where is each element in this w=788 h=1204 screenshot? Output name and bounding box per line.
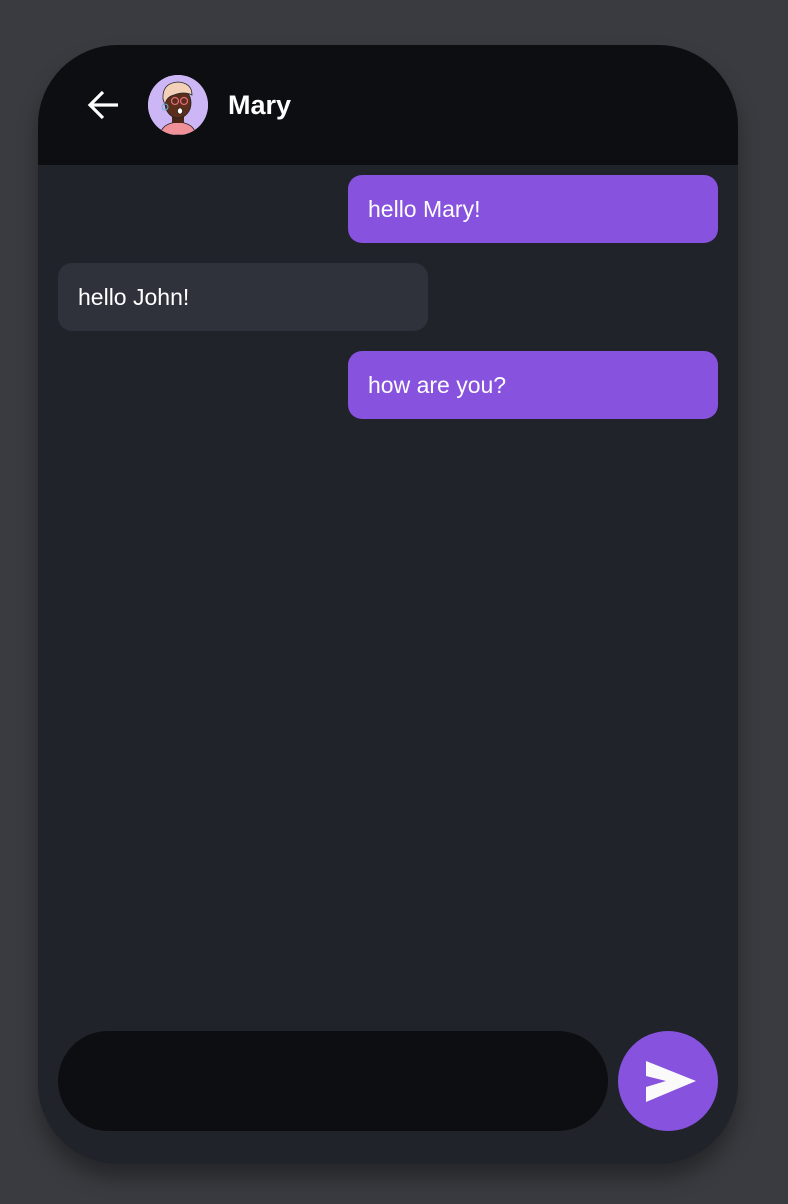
send-button[interactable] [618, 1031, 718, 1131]
message-input[interactable] [58, 1031, 608, 1131]
avatar[interactable] [148, 75, 208, 135]
message-sent: how are you? [348, 351, 718, 419]
arrow-left-icon [87, 90, 118, 120]
chat-window: Mary hello Mary! hello John! how are you… [38, 45, 738, 1164]
chat-header: Mary [38, 45, 738, 165]
avatar-image [148, 75, 208, 135]
message-sent: hello Mary! [348, 175, 718, 243]
back-button[interactable] [86, 89, 120, 121]
contact-name: Mary [228, 90, 292, 120]
message-received: hello John! [58, 263, 428, 331]
send-icon [646, 1061, 696, 1102]
